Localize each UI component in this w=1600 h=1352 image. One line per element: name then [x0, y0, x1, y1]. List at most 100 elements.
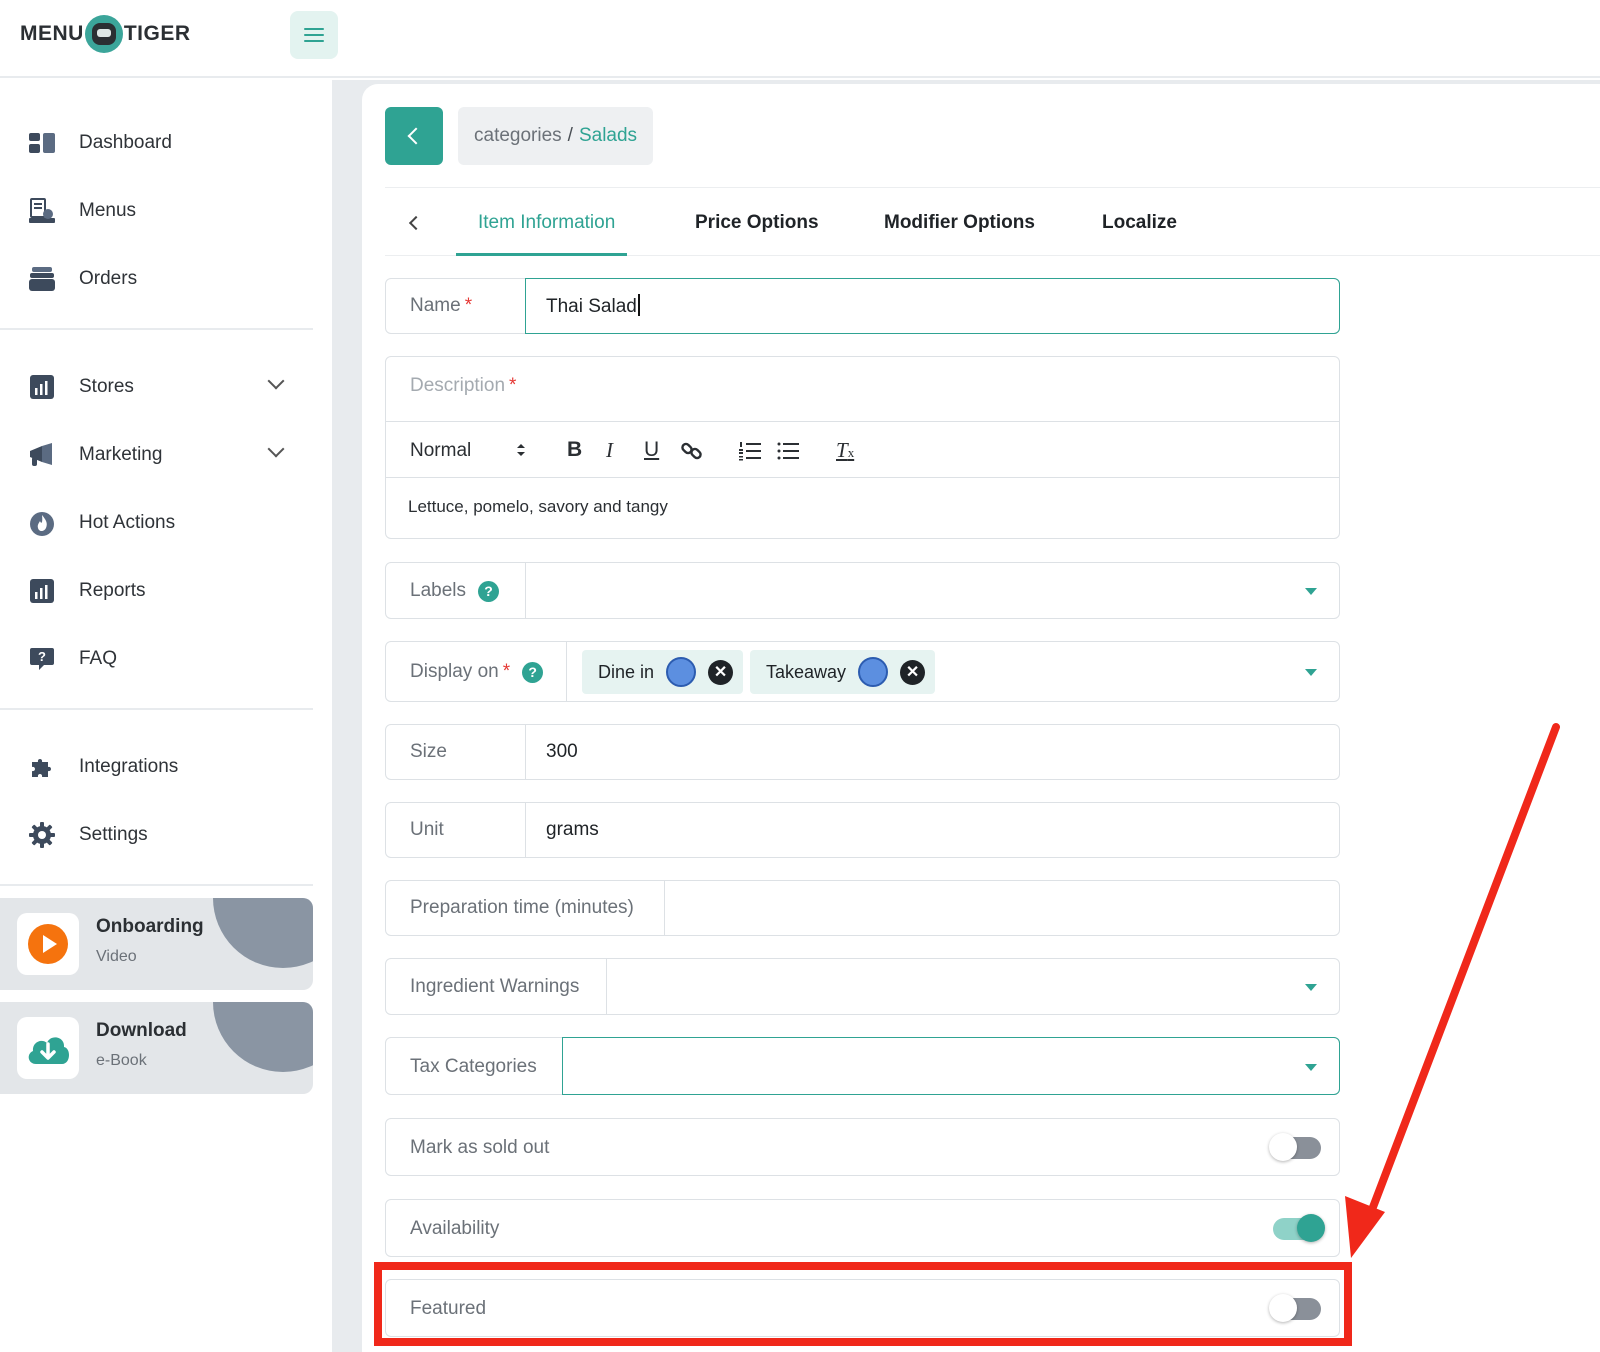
- display-on-dropdown-caret-icon[interactable]: [1305, 669, 1317, 676]
- toggle-knob: [1269, 1133, 1297, 1161]
- chevron-left-icon[interactable]: [408, 215, 424, 231]
- sold-out-toggle[interactable]: [1269, 1133, 1321, 1161]
- sidebar: Dashboard Menus Orders Stores Marketing …: [0, 80, 333, 1352]
- chevron-down-icon[interactable]: [267, 372, 285, 390]
- unit-input[interactable]: grams: [546, 819, 599, 841]
- sidebar-item-label: Dashboard: [79, 132, 172, 153]
- bold-button[interactable]: B: [567, 438, 582, 462]
- link-icon[interactable]: [681, 440, 703, 468]
- sidebar-item-label: Integrations: [79, 756, 179, 777]
- help-icon[interactable]: ?: [522, 661, 544, 683]
- cloud-download-icon-box: [17, 1017, 79, 1079]
- tax-categories-dropdown-caret-icon[interactable]: [1305, 1064, 1317, 1071]
- svg-text:?: ?: [38, 649, 46, 664]
- sidebar-item-label: Menus: [79, 200, 137, 221]
- ordered-list-icon[interactable]: [739, 441, 761, 467]
- tab-item-information[interactable]: Item Information: [455, 190, 628, 256]
- tab-localize[interactable]: Localize: [1102, 190, 1177, 256]
- toggle-knob: [1297, 1214, 1325, 1242]
- display-on-row: Display on *? Dine in ✕ Takeaway ✕: [385, 641, 1340, 702]
- chevron-down-icon[interactable]: [267, 440, 285, 458]
- megaphone-icon: [28, 441, 56, 469]
- sidebar-item-label: Stores: [79, 376, 134, 397]
- promo-decoration: [213, 898, 313, 968]
- sold-out-row: Mark as sold out: [385, 1118, 1340, 1176]
- remove-chip-icon[interactable]: ✕: [708, 659, 734, 685]
- breadcrumb-current[interactable]: Salads: [579, 125, 637, 147]
- menus-icon: [28, 197, 56, 225]
- prep-time-label: Preparation time (minutes): [410, 897, 634, 918]
- size-input[interactable]: 300: [546, 741, 578, 763]
- sidebar-item-marketing[interactable]: Marketing: [0, 429, 313, 481]
- annotation-highlight-box: [374, 1262, 1352, 1346]
- description-textarea[interactable]: Lettuce, pomelo, savory and tangy: [408, 497, 668, 517]
- sidebar-item-hot-actions[interactable]: Hot Actions: [0, 497, 313, 549]
- sidebar-item-orders[interactable]: Orders: [0, 253, 313, 305]
- tax-categories-select[interactable]: [562, 1037, 1340, 1095]
- puzzle-icon: [28, 753, 56, 781]
- faq-icon: ?: [28, 645, 56, 673]
- ingredient-warnings-label: Ingredient Warnings: [410, 976, 580, 997]
- breadcrumb-separator: /: [567, 125, 573, 146]
- promo-subtitle: e-Book: [96, 1052, 147, 1069]
- availability-row: Availability: [385, 1199, 1340, 1257]
- field-separator: [606, 959, 607, 1014]
- chip-dine-in: Dine in ✕: [582, 650, 744, 694]
- ingredient-warnings-row: Ingredient Warnings: [385, 958, 1340, 1015]
- size-label: Size: [410, 741, 447, 762]
- sidebar-item-label: Marketing: [79, 444, 163, 465]
- play-icon-box: [17, 913, 79, 975]
- promo-title: Download: [96, 1020, 187, 1041]
- card-divider: [385, 187, 1600, 188]
- clear-format-button[interactable]: Tx: [836, 438, 854, 463]
- tab-modifier-options[interactable]: Modifier Options: [884, 190, 1035, 256]
- sidebar-item-label: FAQ: [79, 648, 118, 669]
- gear-icon: [28, 821, 56, 849]
- sidebar-item-integrations[interactable]: Integrations: [0, 741, 313, 793]
- underline-button[interactable]: U: [644, 438, 659, 462]
- name-input[interactable]: Thai Salad: [546, 294, 640, 318]
- back-button[interactable]: [385, 107, 443, 165]
- takeaway-icon: [858, 657, 889, 687]
- labels-row: Labels?: [385, 562, 1340, 619]
- remove-chip-icon[interactable]: ✕: [900, 659, 926, 685]
- sidebar-item-menus[interactable]: Menus: [0, 185, 313, 237]
- logo-text-left: MENU: [20, 22, 84, 45]
- sidebar-item-dashboard[interactable]: Dashboard: [0, 117, 313, 169]
- sidebar-divider: [0, 708, 313, 710]
- italic-button[interactable]: I: [606, 438, 613, 463]
- availability-toggle[interactable]: [1273, 1214, 1325, 1242]
- sidebar-item-settings[interactable]: Settings: [0, 809, 313, 861]
- onboarding-video-card[interactable]: Onboarding Video: [0, 898, 313, 990]
- sidebar-item-faq[interactable]: ? FAQ: [0, 633, 313, 685]
- menutiger-logo[interactable]: MENU TIGER: [20, 12, 191, 56]
- labels-label: Labels?: [410, 580, 499, 602]
- chip-label: Dine in: [598, 661, 655, 682]
- help-icon[interactable]: ?: [478, 580, 499, 602]
- labels-dropdown-caret-icon[interactable]: [1305, 588, 1317, 595]
- promo-decoration: [213, 1002, 313, 1072]
- tab-price-options[interactable]: Price Options: [695, 190, 819, 256]
- availability-label: Availability: [410, 1218, 500, 1239]
- rich-text-toolbar: Normal B I U Tx: [386, 421, 1339, 478]
- sidebar-item-stores[interactable]: Stores: [0, 361, 313, 413]
- unit-row: Unit grams: [385, 802, 1340, 858]
- field-separator: [525, 563, 526, 618]
- unit-label: Unit: [410, 819, 444, 840]
- sidebar-item-label: Orders: [79, 268, 138, 289]
- text-format-select[interactable]: Normal: [410, 440, 471, 462]
- chip-label: Takeaway: [766, 661, 847, 682]
- ingredient-warnings-dropdown-caret-icon[interactable]: [1305, 984, 1317, 991]
- sidebar-item-reports[interactable]: Reports: [0, 565, 313, 617]
- sold-out-label: Mark as sold out: [410, 1137, 550, 1158]
- promo-subtitle: Video: [96, 948, 137, 965]
- hamburger-menu-button[interactable]: [290, 11, 338, 59]
- size-row: Size 300: [385, 724, 1340, 780]
- bullet-list-icon[interactable]: [777, 441, 799, 467]
- breadcrumb-parent[interactable]: categories: [474, 125, 562, 147]
- sidebar-item-label: Hot Actions: [79, 512, 176, 533]
- select-updown-icon[interactable]: [516, 442, 526, 463]
- download-ebook-card[interactable]: Download e-Book: [0, 1002, 313, 1094]
- tab-bar: Item Information Price Options Modifier …: [385, 190, 1600, 256]
- field-separator: [566, 642, 567, 701]
